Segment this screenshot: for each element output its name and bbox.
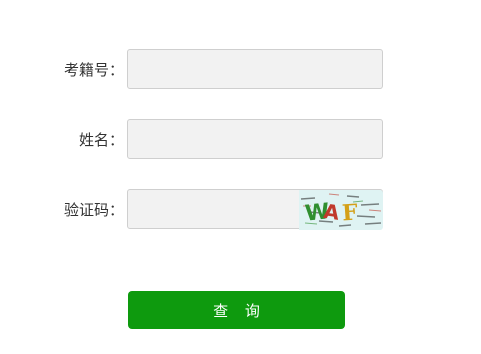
query-page: 考籍号： 姓名： 验证码： W A F 查 询 [0,0,481,354]
name-label: 姓名： [78,131,124,149]
captcha-char: F [341,199,359,226]
exam-number-input[interactable] [127,49,383,89]
query-button[interactable]: 查 询 [128,291,345,329]
captcha-image[interactable]: W A F [299,190,383,230]
name-input[interactable] [127,119,383,159]
captcha-label: 验证码： [63,201,124,219]
exam-number-row: 考籍号： [0,49,481,91]
captcha-row: 验证码： W A F [0,189,481,231]
exam-number-label: 考籍号： [63,61,124,79]
name-row: 姓名： [0,119,481,161]
